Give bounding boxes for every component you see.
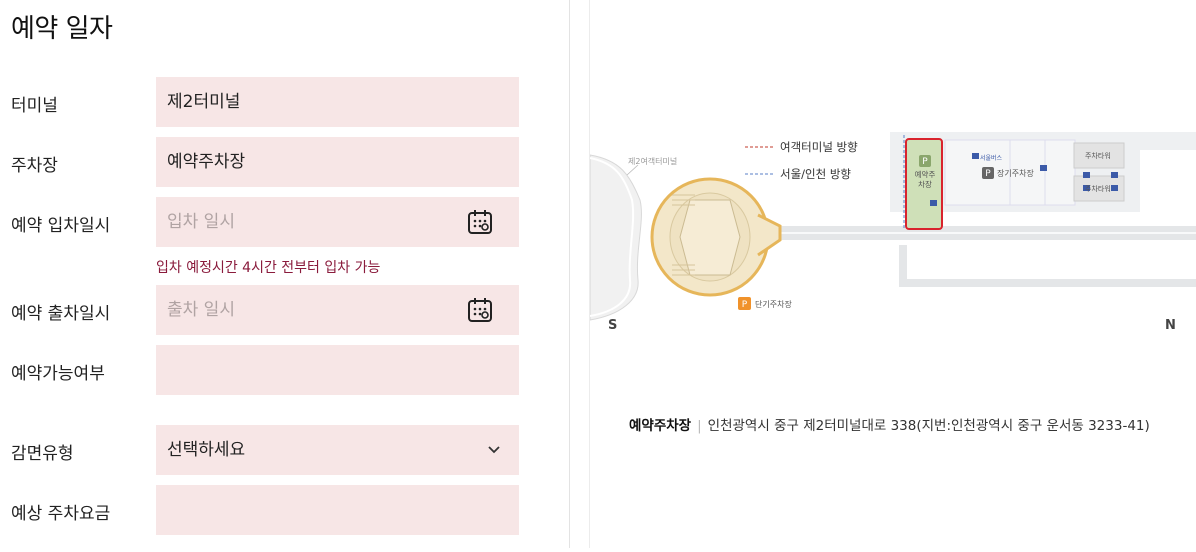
map-drawing: P P P — [589, 132, 1196, 321]
page-title: 예약 일자 — [11, 14, 113, 44]
address-lot-name: 예약주차장 — [629, 418, 692, 434]
parking-tower-label: 주차타워 — [1085, 152, 1111, 160]
exit-datetime-input[interactable]: 출차 일시 — [156, 285, 519, 335]
short-term-lot-label: 단기주차장 — [755, 300, 792, 309]
terminal-field[interactable]: 제2터미널 — [156, 77, 519, 127]
svg-text:P: P — [985, 169, 991, 179]
entry-datetime-placeholder: 입차 일시 — [167, 212, 235, 232]
estimated-fee-label: 예상 주차요금 — [11, 504, 111, 524]
calendar-icon[interactable] — [467, 209, 493, 235]
long-term-lot-label: 장기주차장 — [997, 169, 1034, 178]
estimated-fee-field — [156, 485, 519, 535]
discount-type-label: 감면유형 — [11, 444, 74, 464]
discount-type-value: 선택하세요 — [167, 440, 246, 460]
compass-south: S — [608, 318, 618, 333]
availability-field — [156, 345, 519, 395]
availability-label: 예약가능여부 — [11, 364, 105, 384]
parking-address: 예약주차장 | 인천광역시 중구 제2터미널대로 338(지번:인천광역시 중구 운… — [629, 418, 1150, 434]
reservation-form: 예약 일자 터미널 제2터미널 주차장 예약주차장 예약 입차일시 입차 일시 … — [0, 0, 570, 548]
svg-text:P: P — [742, 300, 748, 310]
legend-seoul-incheon: 서울/인천 방향 — [780, 167, 852, 181]
terminal-label: 제2여객터미널 — [628, 157, 678, 166]
terminal-label: 터미널 — [11, 96, 58, 116]
calendar-icon[interactable] — [467, 297, 493, 323]
parking-lot-field[interactable]: 예약주차장 — [156, 137, 519, 187]
discount-type-select[interactable]: 선택하세요 — [156, 425, 519, 475]
entry-hint: 입차 예정시간 4시간 전부터 입차 가능 — [156, 260, 381, 276]
exit-datetime-label: 예약 출차일시 — [11, 304, 111, 324]
exit-datetime-placeholder: 출차 일시 — [167, 300, 235, 320]
parking-lot-label: 주차장 — [11, 156, 58, 176]
column-divider — [569, 0, 570, 548]
parking-tower-label: 주차타워 — [1085, 185, 1111, 193]
entry-datetime-label: 예약 입차일시 — [11, 216, 111, 236]
seoul-bus-label: 서울버스 — [980, 155, 1003, 162]
legend-passenger-terminal: 여객터미널 방향 — [780, 140, 858, 154]
reserved-lot-p-icon: P — [922, 157, 928, 167]
chevron-down-icon — [488, 446, 500, 454]
address-text: 인천광역시 중구 제2터미널대로 338(지번:인천광역시 중구 운서동 323… — [707, 418, 1150, 434]
parking-map: P P P 여객터미널 방향 서울/인천 방향 제2여객터미널 예약주차장 장기… — [589, 0, 1196, 548]
reserved-lot-label: 예약주차장 — [914, 170, 936, 189]
compass-north: N — [1165, 318, 1176, 333]
entry-datetime-input[interactable]: 입차 일시 — [156, 197, 519, 247]
